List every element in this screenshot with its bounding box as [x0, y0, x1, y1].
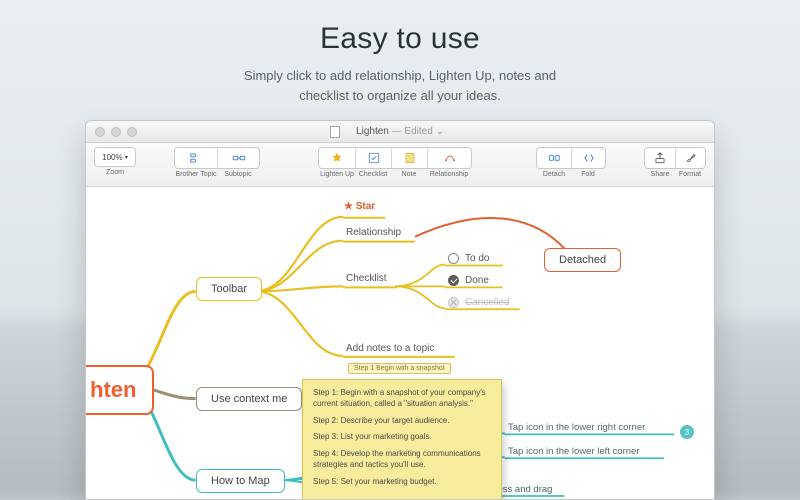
relationship-icon — [443, 151, 457, 165]
sticky-step-2: Step 2: Describe your target audience. — [313, 416, 491, 427]
fold-label: Fold — [571, 171, 605, 178]
titlebar: Lighten — Edited ⌄ — [86, 121, 714, 143]
subtopic-button[interactable] — [217, 148, 259, 168]
leaf-relationship[interactable]: Relationship — [346, 227, 401, 238]
subtopic-label: Subtopic — [217, 171, 259, 178]
star-icon — [330, 151, 344, 165]
topic-how-to-map[interactable]: How to Map — [196, 469, 285, 493]
relationship-button[interactable] — [427, 148, 471, 168]
topic-toolbar[interactable]: Toolbar — [196, 277, 262, 301]
leaf-checklist[interactable]: Checklist — [346, 273, 387, 284]
close-icon[interactable] — [95, 127, 105, 137]
checklist-todo-label: To do — [465, 253, 489, 264]
fold-count-badge[interactable]: 3 — [680, 425, 694, 439]
lighten-up-button[interactable] — [319, 148, 355, 168]
checklist-button[interactable] — [355, 148, 391, 168]
document-icon — [330, 126, 340, 138]
sticky-step-5: Step 5: Set your marketing budget. — [313, 477, 491, 488]
mindmap-canvas[interactable]: hten Toolbar Use context me How to Map D… — [86, 187, 714, 499]
zoom-dropdown[interactable]: 100% ▾ — [94, 147, 136, 167]
minimize-icon[interactable] — [111, 127, 121, 137]
sticky-step-3: Step 3: List your marketing goals. — [313, 432, 491, 443]
detach-label: Detach — [537, 171, 571, 178]
detach-button[interactable] — [537, 148, 571, 168]
brush-icon — [684, 151, 698, 165]
traffic-lights[interactable] — [95, 127, 137, 137]
format-button[interactable] — [675, 148, 705, 168]
checklist-cancelled-label: Cancelled — [465, 297, 509, 308]
leaf-star[interactable]: Star — [344, 201, 375, 212]
checklist-cancelled[interactable]: Cancelled — [448, 297, 509, 308]
note-button[interactable] — [391, 148, 427, 168]
brother-topic-icon — [189, 151, 203, 165]
brother-topic-label: Brother Topic — [175, 171, 217, 178]
topic-detached[interactable]: Detached — [544, 248, 621, 272]
checklist-done[interactable]: Done — [448, 275, 489, 286]
leaf-tap-right[interactable]: Tap icon in the lower right corner — [508, 422, 673, 433]
root-topic[interactable]: hten — [85, 365, 154, 415]
app-window: Lighten — Edited ⌄ 100% ▾ Zoom — [85, 120, 715, 500]
share-label: Share — [645, 171, 675, 178]
zoom-window-icon[interactable] — [127, 127, 137, 137]
checklist-label: Checklist — [355, 171, 391, 178]
window-title: Lighten — Edited ⌄ — [356, 126, 444, 137]
zoom-label: Zoom — [106, 169, 124, 176]
checkbox-checked-icon — [448, 275, 459, 286]
note-icon — [403, 151, 417, 165]
fold-icon — [582, 151, 596, 165]
lighten-up-label: Lighten Up — [319, 171, 355, 178]
leaf-add-notes[interactable]: Add notes to a topic — [346, 343, 434, 354]
format-label: Format — [675, 171, 705, 178]
note-snapshot-tag[interactable]: Step 1 Begin with a snapshot — [348, 363, 451, 374]
checklist-todo[interactable]: To do — [448, 253, 489, 264]
subtopic-icon — [232, 151, 246, 165]
detach-icon — [547, 151, 561, 165]
leaf-tap-left[interactable]: Tap icon in the lower left corner — [508, 446, 668, 457]
note-label: Note — [391, 171, 427, 178]
brother-topic-button[interactable] — [175, 148, 217, 168]
share-icon — [653, 151, 667, 165]
relationship-label: Relationship — [427, 171, 471, 178]
toolbar: 100% ▾ Zoom Brother Topic Subtopic — [86, 143, 714, 187]
checklist-done-label: Done — [465, 275, 489, 286]
topic-context-menu[interactable]: Use context me — [196, 387, 302, 411]
checkbox-cancel-icon — [448, 297, 459, 308]
sticky-step-4: Step 4: Develop the marketing communicat… — [313, 449, 491, 471]
checklist-icon — [367, 151, 381, 165]
checkbox-empty-icon — [448, 253, 459, 264]
share-button[interactable] — [645, 148, 675, 168]
sticky-note[interactable]: Step 1: Begin with a snapshot of your co… — [302, 379, 502, 500]
sticky-step-1: Step 1: Begin with a snapshot of your co… — [313, 388, 491, 410]
fold-button[interactable] — [571, 148, 605, 168]
